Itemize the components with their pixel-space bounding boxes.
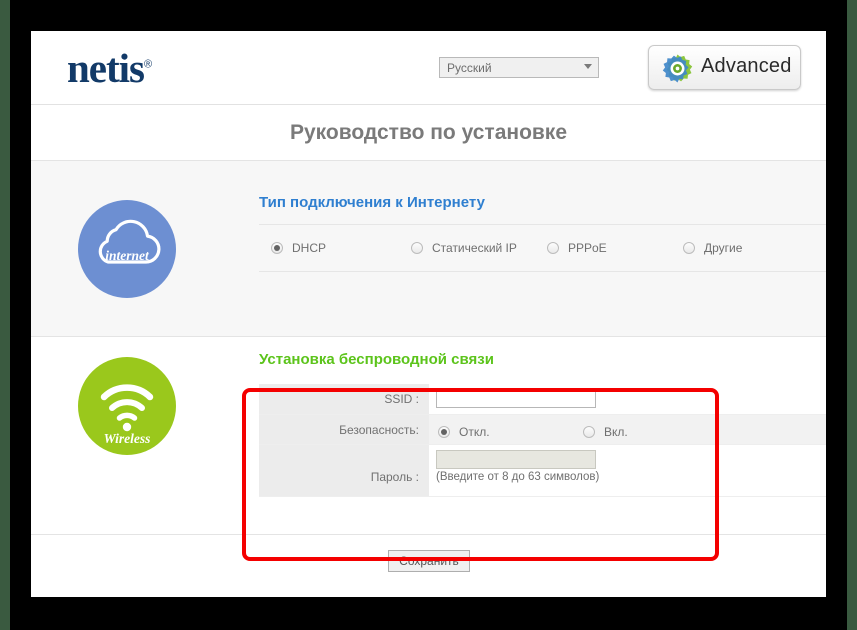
radio-option-static-ip[interactable]: Статический IP <box>411 239 517 257</box>
screenshot-canvas: netis® Русский Advanced Руководство по у… <box>0 0 857 630</box>
ssid-input[interactable] <box>436 389 596 408</box>
internet-section: internet Тип подключения к Интернету DHC… <box>31 161 826 337</box>
wireless-badge-label: Wireless <box>104 431 151 446</box>
advanced-button-label: Advanced <box>701 55 792 77</box>
internet-section-title: Тип подключения к Интернету <box>259 194 485 211</box>
ssid-label-cell: SSID : <box>259 384 429 414</box>
radio-label-security-on: Вкл. <box>604 425 628 439</box>
gear-icon <box>662 54 693 83</box>
ssid-value-cell <box>429 384 826 414</box>
password-label: Пароль : <box>370 470 419 484</box>
wireless-form: SSID : Безопасность: Откл. Вкл. Пароль:… <box>259 384 826 497</box>
radio-label-dhcp: DHCP <box>292 241 327 255</box>
advanced-button[interactable]: Advanced <box>648 45 801 90</box>
password-hint: (Введите от 8 до 63 символов) <box>436 471 600 483</box>
password-input[interactable] <box>436 450 596 469</box>
security-label: Безопасность: <box>339 423 419 437</box>
radio-other[interactable] <box>683 242 695 254</box>
chevron-down-icon <box>584 64 592 69</box>
security-value-cell: Откл. Вкл. <box>429 415 826 444</box>
page-header: netis® Русский Advanced <box>31 31 826 105</box>
radio-option-other[interactable]: Другие <box>683 239 742 257</box>
wireless-section-title: Установка беспроводной связи <box>259 351 494 368</box>
netis-logo: netis® <box>67 48 152 89</box>
internet-badge: internet <box>78 200 176 298</box>
radio-option-dhcp[interactable]: DHCP <box>271 239 326 257</box>
radio-label-other: Другие <box>704 241 743 255</box>
form-row-ssid: SSID : <box>259 384 826 415</box>
ssid-label: SSID : <box>384 392 419 406</box>
radio-option-security-off[interactable]: Откл. <box>438 423 490 441</box>
radio-dhcp[interactable] <box>271 242 283 254</box>
connection-type-options: DHCP Статический IP PPPoE Другие <box>259 224 826 272</box>
save-button[interactable]: Сохранить <box>388 550 470 572</box>
password-value-cell: (Введите от 8 до 63 символов) <box>429 445 826 496</box>
password-label-cell: Пароль : <box>259 445 429 496</box>
radio-option-pppoe[interactable]: PPPoE <box>547 239 607 257</box>
logo-text: netis <box>67 45 145 91</box>
form-row-security: Безопасность: Откл. Вкл. <box>259 415 826 445</box>
language-select[interactable]: Русский <box>439 57 599 78</box>
page-title: Руководство по установке <box>290 121 567 144</box>
wireless-badge: Wireless <box>78 357 176 455</box>
wifi-icon: Wireless <box>100 384 154 446</box>
radio-option-security-on[interactable]: Вкл. <box>583 423 628 441</box>
radio-pppoe[interactable] <box>547 242 559 254</box>
router-setup-page: netis® Русский Advanced Руководство по у… <box>31 31 826 597</box>
radio-static-ip[interactable] <box>411 242 423 254</box>
trademark-symbol: ® <box>144 58 153 71</box>
page-footer: Сохранить <box>31 535 826 597</box>
radio-security-on[interactable] <box>583 426 596 438</box>
page-title-bar: Руководство по установке <box>31 105 826 161</box>
radio-label-security-off: Откл. <box>459 425 490 439</box>
radio-security-off[interactable] <box>438 426 450 438</box>
form-row-password: Пароль : (Введите от 8 до 63 символов) <box>259 445 826 497</box>
radio-label-static-ip: Статический IP <box>432 241 517 255</box>
language-select-value: Русский <box>447 61 492 75</box>
internet-badge-label: internet <box>105 248 150 263</box>
security-label-cell: Безопасность: <box>259 415 429 444</box>
wireless-section: Wireless Установка беспроводной связи SS… <box>31 337 826 535</box>
cloud-icon: internet <box>98 219 161 264</box>
radio-label-pppoe: PPPoE <box>568 241 607 255</box>
